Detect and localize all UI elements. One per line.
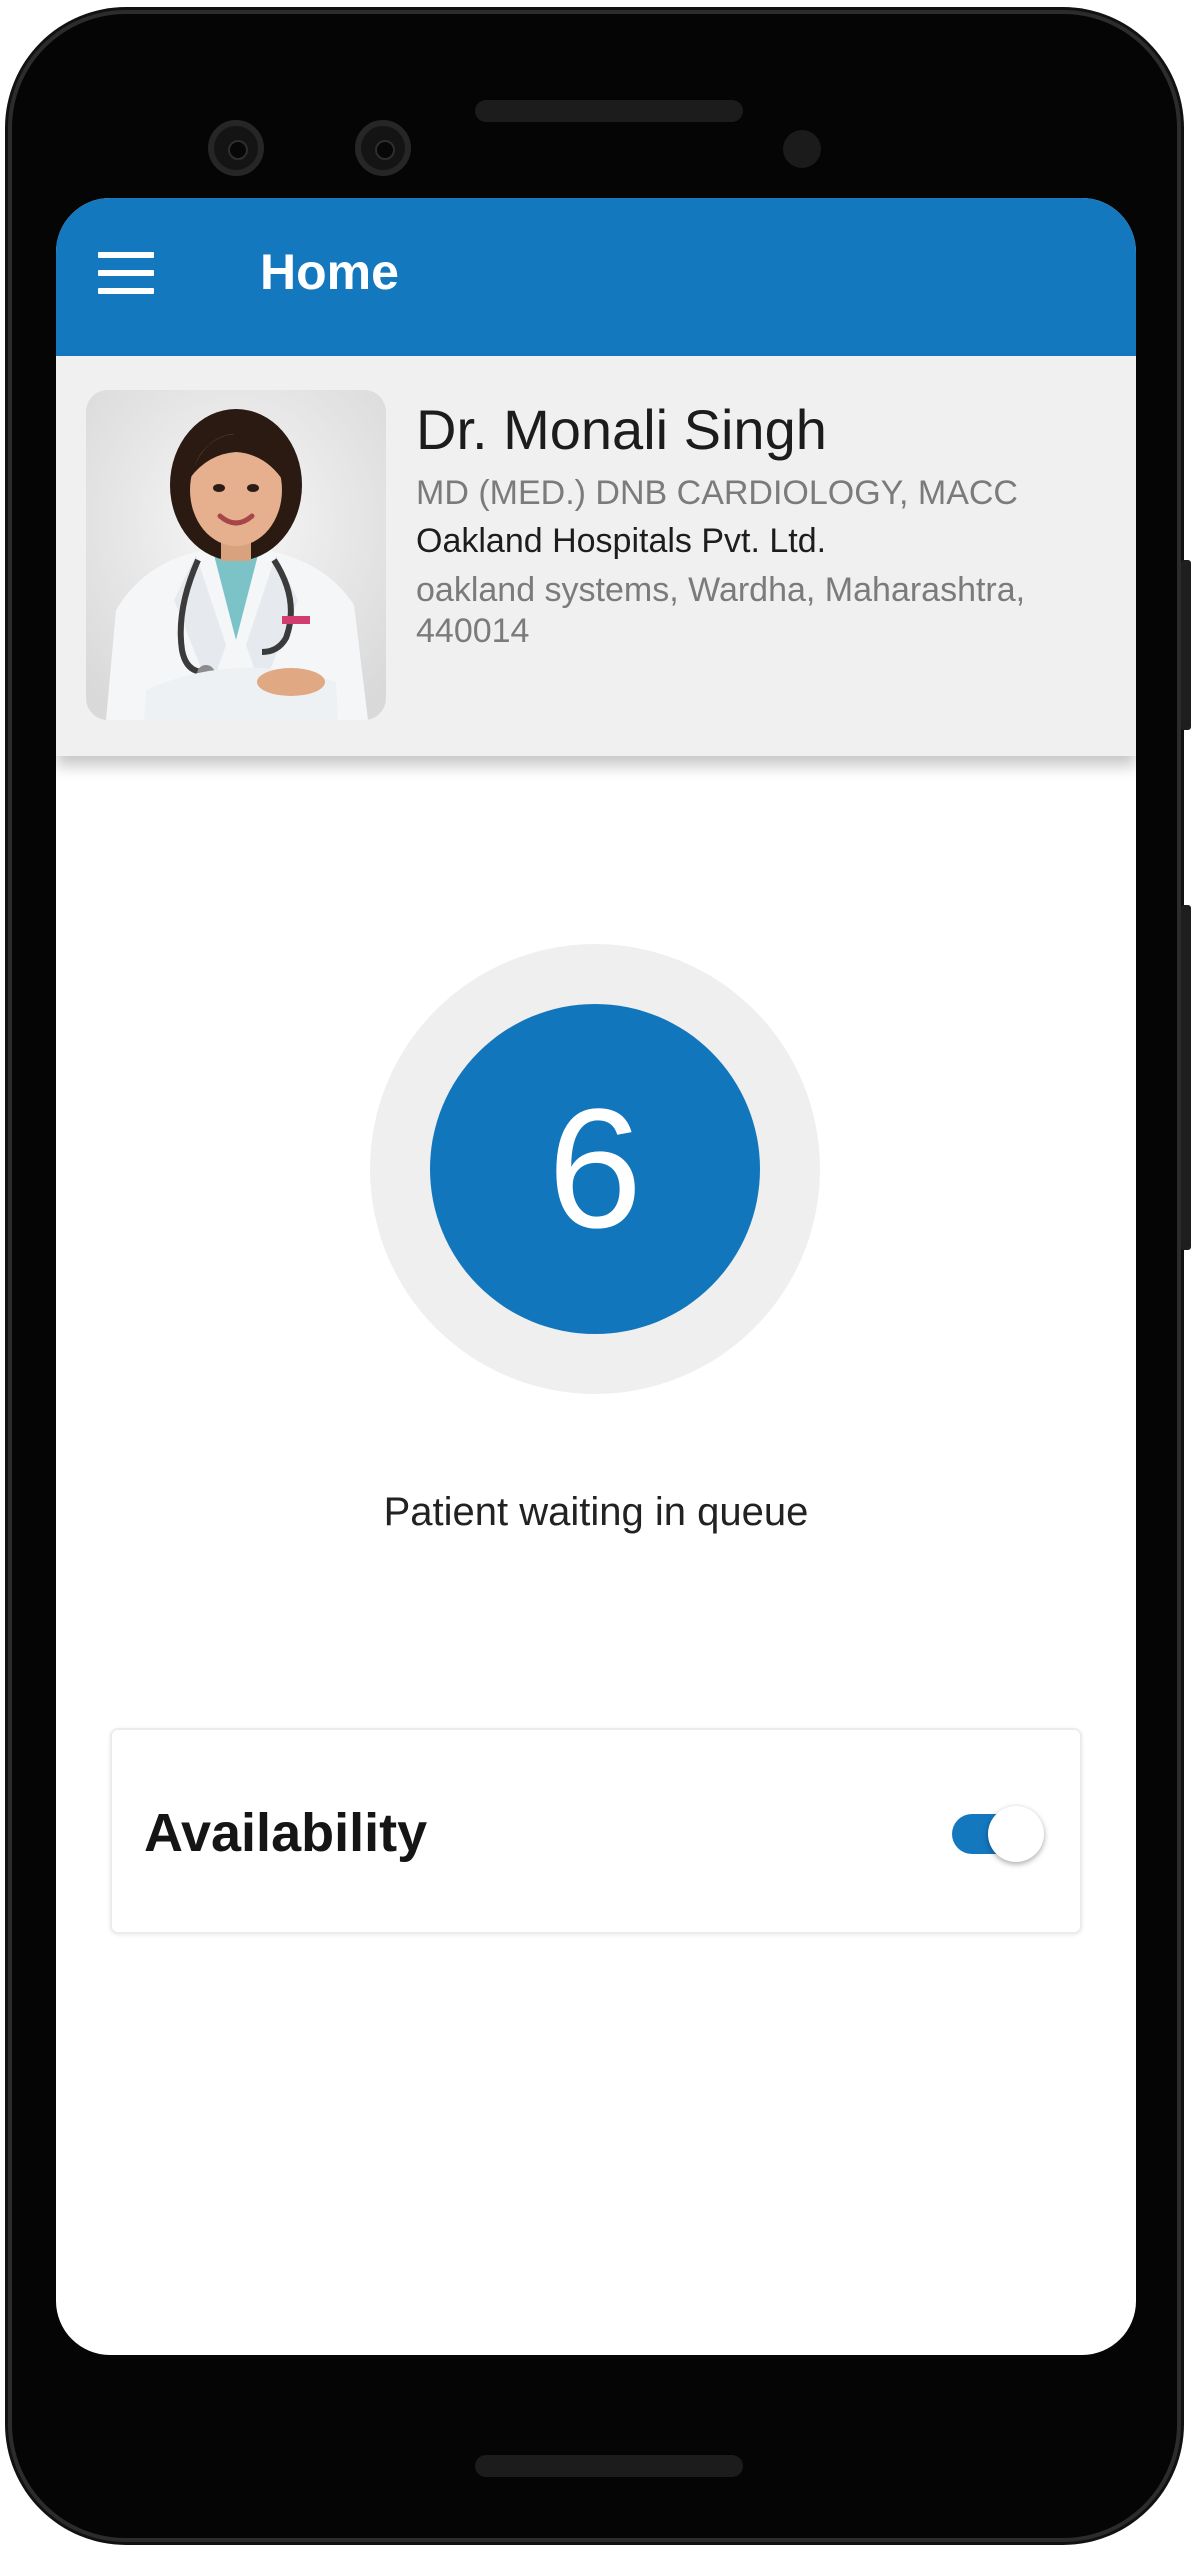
- bottom-speaker: [475, 2455, 743, 2477]
- doctor-profile-card[interactable]: Dr. Monali Singh MD (MED.) DNB CARDIOLOG…: [56, 356, 1136, 756]
- toggle-knob: [988, 1806, 1044, 1862]
- availability-label: Availability: [144, 1803, 428, 1863]
- doctor-hospital: Oakland Hospitals Pvt. Ltd.: [416, 522, 827, 560]
- queue-counter-button[interactable]: 6: [430, 1004, 760, 1334]
- app-bar: Home: [56, 198, 1136, 356]
- queue-count: 6: [547, 1074, 643, 1264]
- page-title: Home: [260, 244, 399, 300]
- power-button: [1181, 560, 1191, 730]
- front-camera-icon: [355, 120, 411, 176]
- queue-label: Patient waiting in queue: [383, 1490, 809, 1534]
- earpiece-speaker: [475, 100, 743, 122]
- doctor-qualification: MD (MED.) DNB CARDIOLOGY, MACC: [416, 474, 1018, 512]
- proximity-sensor: [783, 130, 821, 168]
- doctor-name: Dr. Monali Singh: [416, 398, 827, 461]
- avatar: [86, 390, 386, 720]
- front-camera-icon: [208, 120, 264, 176]
- availability-toggle[interactable]: [948, 1806, 1048, 1862]
- doctor-photo: [86, 390, 386, 720]
- stage: Home Dr. Monali Singh MD (MED.) DNB CARD…: [0, 0, 1191, 2556]
- volume-button: [1181, 905, 1191, 1250]
- app-screen: Home Dr. Monali Singh MD (MED.) DNB CARD…: [56, 198, 1136, 2355]
- availability-card: Availability: [110, 1728, 1082, 1934]
- hamburger-menu-icon[interactable]: [98, 250, 154, 298]
- doctor-address: oakland systems, Wardha, Maharashtra, 44…: [416, 571, 1026, 651]
- queue-counter-ring: 6: [370, 944, 820, 1394]
